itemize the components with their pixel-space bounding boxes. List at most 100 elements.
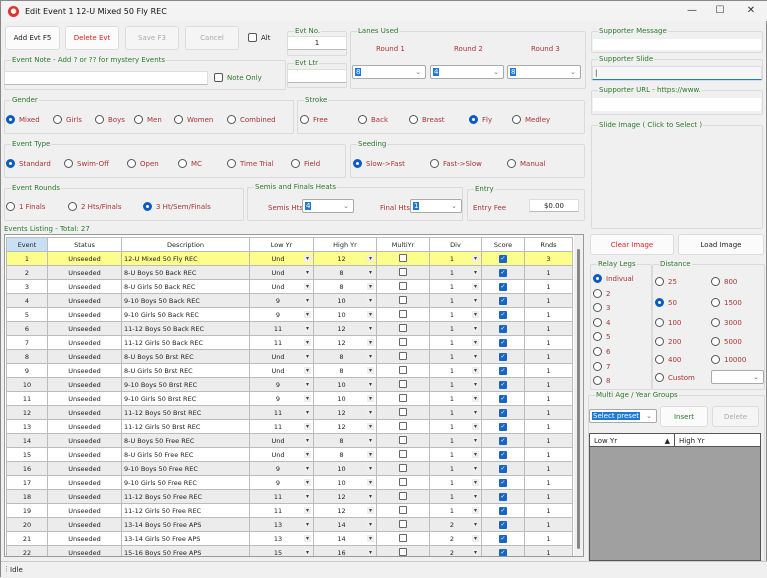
description-cell[interactable]: 8-U Boys 50 Brst REC [121, 349, 250, 364]
div-cell[interactable]: 1 ▾ [429, 377, 482, 392]
high-yr-cell[interactable]: 8 ▾ [313, 433, 377, 448]
dropdown-arrow-icon[interactable]: ▾ [303, 296, 311, 304]
dropdown-arrow-icon[interactable]: ▾ [471, 366, 479, 374]
description-cell[interactable]: 9-10 Boys 50 Free REC [121, 461, 250, 476]
dropdown-arrow-icon[interactable]: ▾ [366, 352, 374, 360]
score-cell[interactable]: ✓ [481, 279, 525, 294]
div-cell[interactable]: 1 ▾ [429, 461, 482, 476]
dropdown-arrow-icon[interactable]: ▾ [366, 338, 374, 346]
dropdown-arrow-icon[interactable]: ▾ [366, 464, 374, 472]
div-cell[interactable]: 2 ▾ [429, 531, 482, 546]
dropdown-arrow-icon[interactable]: ▾ [366, 282, 374, 290]
alt-checkbox[interactable]: Alt [248, 33, 270, 42]
high-yr-cell[interactable]: 8 ▾ [313, 363, 377, 378]
multiyr-cell[interactable] [376, 391, 430, 406]
dropdown-arrow-icon[interactable]: ▾ [366, 548, 374, 556]
low-yr-cell[interactable]: Und ▾ [249, 251, 314, 266]
round-3-lanes-select[interactable]: 8 ⌄ [507, 65, 581, 79]
table-row[interactable]: 13 Unseeded 11-12 Girls 50 Brst REC 11 ▾ … [6, 419, 573, 434]
div-cell[interactable]: 1 ▾ [429, 419, 482, 434]
multiyr-cell[interactable] [376, 517, 430, 532]
dropdown-arrow-icon[interactable]: ▾ [303, 254, 311, 262]
column-header-high-yr[interactable]: High Yr [313, 237, 377, 252]
delete-age-group-button[interactable]: Delete [712, 406, 759, 427]
high-yr-cell[interactable]: 14 ▾ [313, 517, 377, 532]
seeding-radio-slow-fast[interactable]: Slow->Fast [353, 159, 405, 168]
dropdown-arrow-icon[interactable]: ▾ [366, 394, 374, 402]
high-yr-cell[interactable]: 12 ▾ [313, 251, 377, 266]
cancel-button[interactable]: Cancel [185, 26, 239, 50]
preset-select[interactable]: Select preset ⌄ [589, 409, 657, 423]
low-yr-cell[interactable]: 13 ▾ [249, 531, 314, 546]
score-cell[interactable]: ✓ [481, 475, 525, 490]
column-header-score[interactable]: Score [481, 237, 525, 252]
multiyr-cell[interactable] [376, 447, 430, 462]
dropdown-arrow-icon[interactable]: ▾ [303, 478, 311, 486]
dropdown-arrow-icon[interactable]: ▾ [366, 296, 374, 304]
score-cell[interactable]: ✓ [481, 349, 525, 364]
dropdown-arrow-icon[interactable]: ▾ [303, 464, 311, 472]
multiyr-checkbox[interactable] [399, 477, 407, 486]
dropdown-arrow-icon[interactable]: ▾ [303, 268, 311, 276]
high-yr-cell[interactable]: 12 ▾ [313, 489, 377, 504]
high-yr-cell[interactable]: 10 ▾ [313, 475, 377, 490]
dropdown-arrow-icon[interactable]: ▾ [366, 366, 374, 374]
table-row[interactable]: 14 Unseeded 8-U Boys 50 Free REC Und ▾ 8 ▾… [6, 433, 573, 448]
high-yr-cell[interactable]: 10 ▾ [313, 391, 377, 406]
score-checkbox-checked[interactable]: ✓ [499, 269, 507, 277]
dropdown-arrow-icon[interactable]: ▾ [366, 436, 374, 444]
low-yr-cell[interactable]: Und ▾ [249, 363, 314, 378]
note-only-checkbox[interactable]: Note Only [214, 73, 262, 82]
add-event-button[interactable]: Add Evt F5 [5, 26, 60, 50]
score-cell[interactable]: ✓ [481, 405, 525, 420]
score-checkbox-checked[interactable]: ✓ [499, 395, 507, 403]
low-yr-cell[interactable]: 11 ▾ [249, 335, 314, 350]
score-checkbox-checked[interactable]: ✓ [499, 493, 507, 501]
high-yr-cell[interactable]: 10 ▾ [313, 377, 377, 392]
div-cell[interactable]: 1 ▾ [429, 279, 482, 294]
semis-heats-select[interactable]: 4 ⌄ [302, 199, 354, 213]
high-yr-cell[interactable]: 10 ▾ [313, 293, 377, 308]
description-cell[interactable]: 8-U Girls 50 Free REC [121, 447, 250, 462]
dropdown-arrow-icon[interactable]: ▾ [303, 422, 311, 430]
high-yr-cell[interactable]: 10 ▾ [313, 461, 377, 476]
table-row[interactable]: 6 Unseeded 11-12 Boys 50 Back REC 11 ▾ 12… [6, 321, 573, 336]
high-yr-cell[interactable]: 14 ▾ [313, 531, 377, 546]
description-cell[interactable]: 9-10 Girls 50 Free REC [121, 475, 250, 490]
vertical-scrollbar[interactable] [574, 235, 583, 556]
high-yr-cell[interactable]: 12 ▾ [313, 503, 377, 518]
dropdown-arrow-icon[interactable]: ▾ [471, 506, 479, 514]
event-type-radio-swim-off[interactable]: Swim-Off [64, 159, 109, 168]
multiyr-checkbox[interactable] [399, 491, 407, 500]
multiyr-checkbox[interactable] [399, 407, 407, 416]
table-row[interactable]: 4 Unseeded 9-10 Boys 50 Back REC 9 ▾ 10 ▾ … [6, 293, 573, 308]
low-yr-cell[interactable]: Und ▾ [249, 349, 314, 364]
dropdown-arrow-icon[interactable]: ▾ [303, 506, 311, 514]
note-only-check-box[interactable] [214, 73, 223, 82]
close-button[interactable]: ✕ [736, 1, 766, 21]
gender-radio-combined[interactable]: Combined [227, 115, 276, 124]
gender-radio-boys[interactable]: Boys [95, 115, 125, 124]
multiyr-cell[interactable] [376, 363, 430, 378]
gender-radio-girls[interactable]: Girls [53, 115, 82, 124]
description-cell[interactable]: 11-12 Boys 50 Free REC [121, 489, 250, 504]
div-cell[interactable]: 1 ▾ [429, 321, 482, 336]
low-yr-cell[interactable]: 11 ▾ [249, 419, 314, 434]
column-header-description[interactable]: Description [121, 237, 250, 252]
alt-check-box[interactable] [248, 33, 257, 42]
event-type-radio-field[interactable]: Field [291, 159, 320, 168]
multiyr-cell[interactable] [376, 531, 430, 546]
score-checkbox-checked[interactable]: ✓ [499, 507, 507, 515]
score-cell[interactable]: ✓ [481, 377, 525, 392]
load-image-button[interactable]: Load Image [678, 234, 764, 255]
description-cell[interactable]: 11-12 Girls 50 Brst REC [121, 419, 250, 434]
div-cell[interactable]: 1 ▾ [429, 265, 482, 280]
dropdown-arrow-icon[interactable]: ▾ [303, 324, 311, 332]
div-cell[interactable]: 1 ▾ [429, 489, 482, 504]
supporter-url-input[interactable] [593, 98, 761, 111]
dropdown-arrow-icon[interactable]: ▾ [471, 520, 479, 528]
dropdown-arrow-icon[interactable]: ▾ [471, 338, 479, 346]
dropdown-arrow-icon[interactable]: ▾ [303, 352, 311, 360]
score-cell[interactable]: ✓ [481, 461, 525, 476]
low-yr-cell[interactable]: 9 ▾ [249, 307, 314, 322]
